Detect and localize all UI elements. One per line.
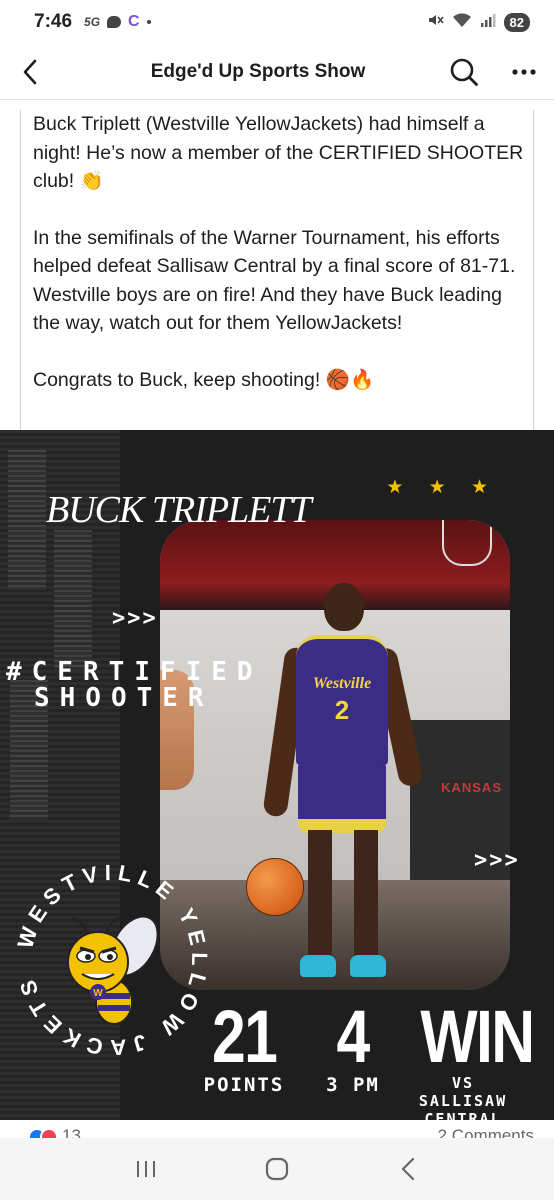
more-dots-icon (512, 68, 536, 75)
result-value: WIN (420, 995, 535, 1078)
page-title: Edge'd Up Sports Show (150, 60, 366, 82)
shooter-label: SHOOTER (34, 683, 214, 713)
dot-icon (146, 20, 151, 24)
player-shoe-right (350, 955, 386, 977)
threes-stat: 4 3 PM (318, 995, 388, 1097)
home-button[interactable] (247, 1149, 307, 1189)
chevrons-left: >>> (112, 606, 158, 631)
player-leg-left (308, 830, 332, 960)
result-label-team-1: SALLISAW (418, 1092, 508, 1110)
system-nav-bar (0, 1138, 554, 1200)
search-icon (450, 58, 478, 86)
back-button[interactable] (0, 44, 60, 100)
player-figure: Westville 2 (262, 575, 425, 990)
reactions-row: 13 2 Comments (0, 1120, 554, 1138)
battery-indicator: 82 (503, 12, 530, 32)
post-paragraph: Buck Triplett (Westville YellowJackets) … (33, 113, 524, 192)
search-button[interactable] (434, 44, 494, 100)
player-photo: KANSAS Westville 2 (160, 520, 510, 990)
5g-icon: 5G (84, 15, 101, 29)
player-shoe-left (300, 955, 336, 977)
chat-icon (107, 16, 122, 28)
svg-text:W: W (93, 988, 103, 999)
reaction-count[interactable]: 13 (62, 1126, 81, 1138)
player-name: BUCK TRIPLETT (46, 489, 312, 531)
love-reaction-icon[interactable] (40, 1128, 58, 1138)
recents-icon (136, 1161, 155, 1177)
basketball-icon (246, 858, 304, 916)
back-nav-button[interactable] (378, 1149, 438, 1189)
yellowjacket-mascot-icon: W (67, 916, 159, 1025)
points-stat: 21 POINTS (198, 995, 290, 1097)
jersey-text: Westville (312, 675, 372, 692)
chevron-left-icon (23, 59, 37, 84)
wall-pad-text: KANSAS (441, 780, 502, 795)
c-app-icon: C (128, 13, 140, 30)
player-shorts (298, 763, 386, 833)
certified-hashtag: #CERTIFIED (6, 657, 263, 687)
app-header: Edge'd Up Sports Show (0, 44, 554, 100)
post-body: Buck Triplett (Westville YellowJackets) … (0, 100, 554, 430)
recents-button[interactable] (116, 1149, 176, 1189)
threes-value: 4 (336, 995, 371, 1078)
newsprint-column (8, 450, 46, 590)
jersey-number: 2 (334, 695, 350, 725)
rating-stars: ★ ★ ★ (386, 477, 498, 498)
hoop-net (442, 520, 492, 566)
more-options-button[interactable] (494, 44, 554, 100)
status-bar: 7:46 5G C 82 (0, 0, 554, 44)
newsprint-column (54, 530, 92, 670)
signal-icon (480, 12, 496, 33)
back-icon (402, 1157, 415, 1181)
post-paragraph: In the semifinals of the Warner Tourname… (33, 226, 516, 335)
post-text-container: Buck Triplett (Westville YellowJackets) … (20, 110, 534, 430)
player-head (324, 583, 364, 631)
player-leg-right (354, 830, 378, 960)
comments-count[interactable]: 2 Comments (438, 1126, 534, 1138)
status-right-icons: 82 (426, 11, 530, 34)
result-stat: WIN VS SALLISAW CENTRAL (408, 1000, 535, 1129)
status-left-icons: 5G C (84, 13, 151, 31)
chevrons-right: >>> (474, 848, 520, 873)
mute-icon (426, 11, 444, 34)
post-paragraph: Congrats to Buck, keep shooting! 🏀🔥 (33, 368, 375, 391)
wifi-icon (452, 12, 472, 33)
points-value: 21 (211, 995, 278, 1078)
home-icon (265, 1157, 289, 1181)
status-time: 7:46 (34, 11, 73, 32)
